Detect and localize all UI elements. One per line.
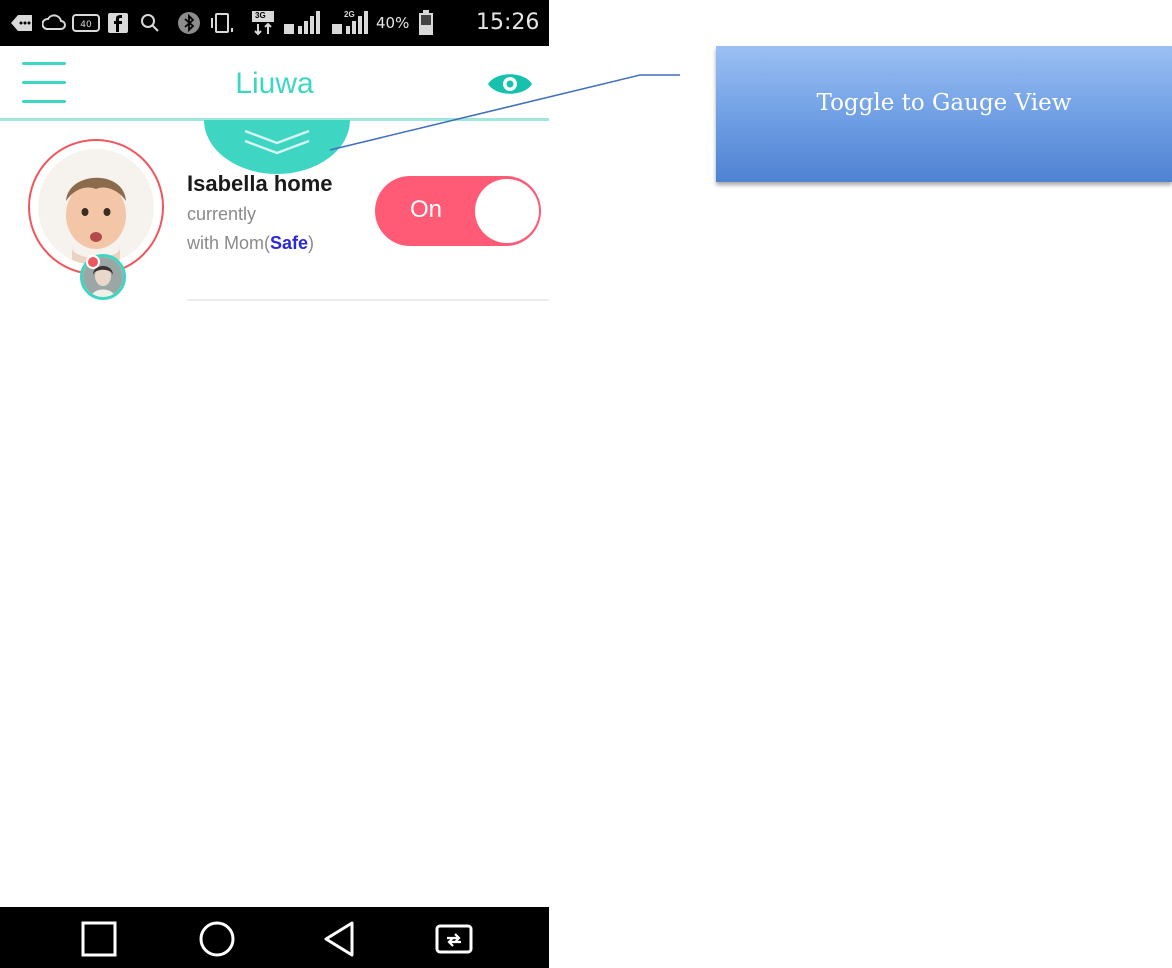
signal-icon: 2G [330, 10, 370, 36]
alert-dot [86, 255, 100, 269]
view-toggle-tab[interactable] [204, 60, 350, 174]
back-icon [10, 10, 34, 36]
badge-40-icon: 40 [72, 10, 100, 36]
child-name: Isabella home [187, 171, 333, 196]
callout-text: Toggle to Gauge View [816, 90, 1072, 116]
dual-window-icon[interactable] [434, 919, 474, 959]
child-status-line2: with Mom(Safe) [187, 231, 314, 255]
eye-icon[interactable] [486, 70, 534, 98]
toggle-label: On [410, 196, 443, 223]
recents-icon[interactable] [80, 919, 120, 959]
network-badge-3g: 3G [255, 11, 266, 20]
child-status-line1: currently [187, 204, 257, 224]
cloud-icon [42, 10, 66, 36]
vibrate-icon [208, 10, 234, 36]
signal-icon [282, 10, 322, 36]
network-badge-2g: 2G [344, 10, 355, 19]
clock: 15:26 [476, 10, 540, 35]
data-transfer-icon: 3G [250, 10, 276, 36]
card-divider [187, 299, 549, 301]
facebook-icon [106, 10, 130, 36]
child-avatar[interactable] [38, 149, 154, 265]
annotation-callout: Toggle to Gauge View [716, 46, 1172, 182]
battery-icon [416, 10, 436, 36]
search-icon [138, 10, 162, 36]
battery-percent: 40% [376, 14, 410, 32]
bluetooth-icon [176, 10, 202, 36]
status-prefix: with Mom( [187, 233, 271, 253]
phone-screen: 40 3G 2G 40% 15:26 Liuwa Isabella home c… [0, 0, 549, 968]
badge-40-text: 40 [80, 20, 92, 30]
home-icon[interactable] [197, 919, 237, 959]
status-suffix: ) [308, 233, 315, 253]
safe-status: Safe [270, 233, 309, 253]
back-nav-icon[interactable] [320, 919, 360, 959]
toggle-knob[interactable] [475, 179, 539, 243]
